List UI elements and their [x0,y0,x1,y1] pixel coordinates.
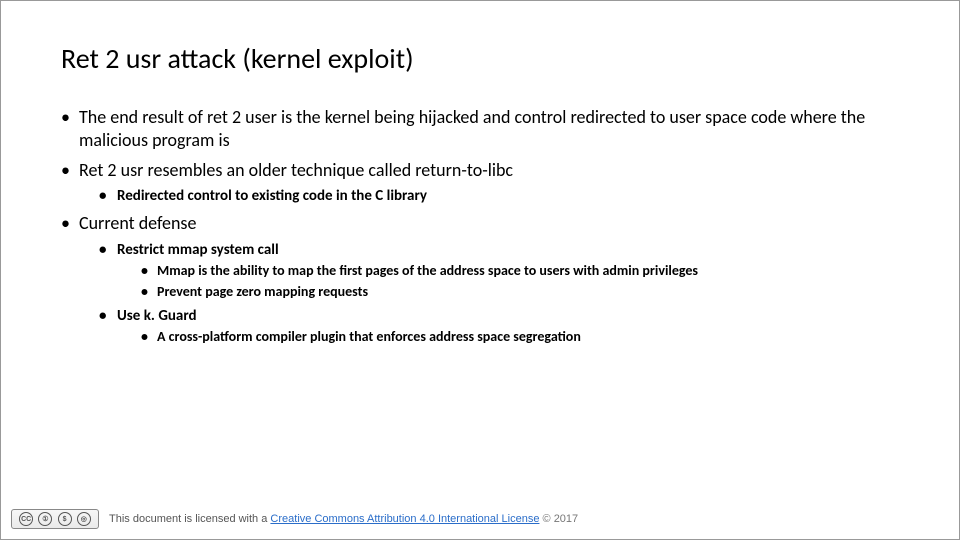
copyright-text: © 2017 [543,513,579,525]
bullet-item: Restrict mmap system call Mmap is the ab… [99,240,899,302]
slide-body: Ret 2 usr attack (kernel exploit) The en… [1,1,959,347]
bullet-item: Prevent page zero mapping requests [141,283,899,302]
bullet-item: Redirected control to existing code in t… [99,186,899,206]
bullet-item: A cross-platform compiler plugin that en… [141,328,899,347]
bullet-item: Mmap is the ability to map the first pag… [141,262,899,281]
bullet-list: The end result of ret 2 user is the kern… [61,106,899,347]
bullet-item: The end result of ret 2 user is the kern… [61,106,899,153]
bullet-item: Ret 2 usr resembles an older technique c… [61,159,899,207]
cc-by-icon: ① [38,512,52,526]
cc-logo-icon: CC [19,512,33,526]
slide-title: Ret 2 usr attack (kernel exploit) [61,41,899,76]
bullet-text: Use k. Guard [117,307,197,325]
cc-nc-icon: $ [58,512,72,526]
bullet-text: Current defense [79,212,196,234]
bullet-text: Restrict mmap system call [117,241,279,259]
footer: CC ① $ ◎ This document is licensed with … [11,509,578,529]
cc-sa-icon: ◎ [77,512,91,526]
license-prefix: This document is licensed with a [109,513,270,525]
bullet-item: Current defense Restrict mmap system cal… [61,212,899,347]
bullet-item: Use k. Guard A cross-platform compiler p… [99,306,899,347]
license-link[interactable]: Creative Commons Attribution 4.0 Interna… [270,513,539,525]
license-text: This document is licensed with a Creativ… [109,513,578,525]
bullet-text: Ret 2 usr resembles an older technique c… [79,159,513,181]
cc-license-icon: CC ① $ ◎ [11,509,99,529]
